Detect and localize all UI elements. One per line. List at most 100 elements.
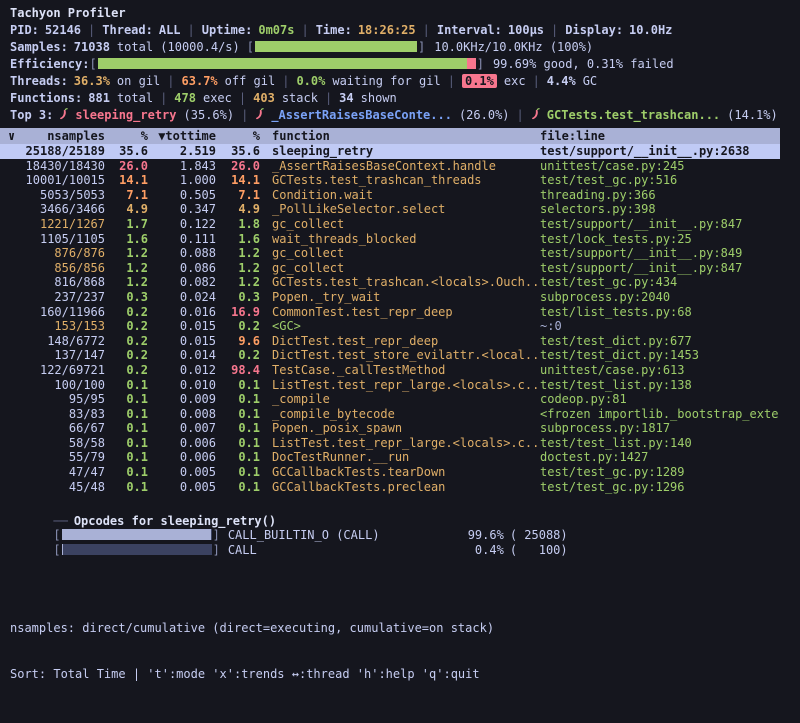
file-line-cell: test/test_gc.py:1289	[538, 465, 780, 480]
function-cell: sleeping_retry	[260, 144, 538, 159]
function-row[interactable]: 3466/3466 4.9 0.347 4.9 _PollLikeSelecto…	[0, 202, 780, 217]
interval-value: 100μs	[508, 23, 544, 37]
cumulative-pct-cell: 1.2	[216, 261, 260, 276]
function-row[interactable]: 137/147 0.2 0.014 0.2 DictTest.test_stor…	[0, 348, 780, 363]
own-pct-cell: 0.1	[105, 378, 148, 393]
bar-bracket	[213, 543, 220, 557]
opcode-bar-fill	[62, 529, 211, 540]
function-row[interactable]: 1105/1105 1.6 0.111 1.6 wait_threads_blo…	[0, 232, 780, 247]
top3-name: GCTests.test_trashcan...	[547, 108, 720, 122]
function-row[interactable]: 66/67 0.1 0.007 0.1 Popen._posix_spawn s…	[0, 421, 780, 436]
function-row[interactable]: 18430/18430 26.0 1.843 26.0 _AssertRaise…	[0, 159, 780, 174]
function-row[interactable]: 122/69721 0.2 0.012 98.4 TestCase._callT…	[0, 363, 780, 378]
function-row[interactable]: 816/868 1.2 0.082 1.2 GCTests.test_trash…	[0, 275, 780, 290]
function-cell: _compile_bytecode	[260, 407, 538, 422]
hot-function-icon	[531, 108, 543, 121]
function-row[interactable]: 45/48 0.1 0.005 0.1 GCCallbackTests.prec…	[0, 480, 780, 495]
cumulative-pct-cell: 14.1	[216, 173, 260, 188]
nsamples-cell: 25188/25189	[0, 144, 105, 159]
cumulative-pct-cell: 0.1	[216, 465, 260, 480]
cumulative-pct-cell: 0.1	[216, 450, 260, 465]
footer-legend: nsamples: direct/cumulative (direct=exec…	[10, 619, 494, 637]
bar-bracket	[247, 40, 254, 54]
nsamples-cell: 18430/18430	[0, 159, 105, 174]
function-row[interactable]: 148/6772 0.2 0.015 9.6 DictTest.test_rep…	[0, 334, 780, 349]
function-cell: wait_threads_blocked	[260, 232, 538, 247]
own-pct-cell: 1.2	[105, 275, 148, 290]
file-line-cell: test/test_list.py:138	[538, 378, 780, 393]
time-value: 18:26:25	[358, 23, 416, 37]
function-cell: DictTest.test_store_evilattr.<local...	[260, 348, 538, 363]
table-header: ∨nsamples % ▼tottime % function file:lin…	[0, 128, 780, 144]
efficiency-label: Efficiency:	[10, 57, 89, 71]
samples-rate: 10.0KHz/10.0KHz (100%)	[434, 40, 593, 54]
nsamples-cell: 55/79	[0, 450, 105, 465]
tottime-cell: 0.505	[148, 188, 216, 203]
function-row[interactable]: 58/58 0.1 0.006 0.1 ListTest.test_repr_l…	[0, 436, 780, 451]
function-row[interactable]: 25188/25189 35.6 2.519 35.6 sleeping_ret…	[0, 144, 780, 159]
on-gil-pct: 36.3%	[74, 74, 110, 88]
functions-total-label: total	[117, 91, 153, 105]
own-pct-cell: 0.2	[105, 305, 148, 320]
opcode-name: CALL_BUILTIN_O (CALL)	[228, 528, 464, 543]
thread-label: Thread:	[102, 23, 153, 37]
display-value: 10.0Hz	[629, 23, 672, 37]
status-bar: PID:52146|Thread:ALL|Uptime:0m07s|Time:1…	[0, 22, 800, 39]
opcode-count: ( 100)	[510, 543, 568, 557]
file-line-cell: test/test_gc.py:1296	[538, 480, 780, 495]
function-table: ∨nsamples % ▼tottime % function file:lin…	[0, 128, 800, 494]
nsamples-cell: 100/100	[0, 378, 105, 393]
file-line-cell: test/test_list.py:140	[538, 436, 780, 451]
nsamples-cell: 122/69721	[0, 363, 105, 378]
tottime-cell: 0.006	[148, 436, 216, 451]
cumulative-pct-cell: 35.6	[216, 144, 260, 159]
function-row[interactable]: 83/83 0.1 0.008 0.1 _compile_bytecode <f…	[0, 407, 780, 422]
nsamples-cell: 10001/10015	[0, 173, 105, 188]
exc-pct-badge: 0.1%	[462, 74, 497, 88]
function-row[interactable]: 153/153 0.2 0.015 0.2 <GC> ~:0	[0, 319, 780, 334]
top1-name: sleeping_retry	[75, 108, 176, 122]
separator: |	[423, 23, 430, 37]
cumulative-pct-cell: 0.1	[216, 378, 260, 393]
tottime-cell: 0.007	[148, 421, 216, 436]
bar-bracket	[89, 57, 96, 71]
pid-label: PID:	[10, 23, 39, 37]
separator: |	[160, 91, 167, 105]
header-file-line: file:line	[538, 128, 780, 144]
file-line-cell: unittest/case.py:613	[538, 363, 780, 378]
scroll-down-indicator: ∨	[8, 128, 15, 144]
function-row[interactable]: 237/237 0.3 0.024 0.3 Popen._try_wait su…	[0, 290, 780, 305]
function-row[interactable]: 55/79 0.1 0.006 0.1 DocTestRunner.__run …	[0, 450, 780, 465]
function-row[interactable]: 876/876 1.2 0.088 1.2 gc_collect test/su…	[0, 246, 780, 261]
cumulative-pct-cell: 4.9	[216, 202, 260, 217]
functions-row: Functions:881total|478exec|403stack|34sh…	[0, 90, 800, 107]
separator: |	[167, 74, 174, 88]
tottime-cell: 0.006	[148, 450, 216, 465]
separator: |	[239, 91, 246, 105]
samples-label: Samples:	[10, 40, 68, 54]
help-footer: nsamples: direct/cumulative (direct=exec…	[10, 591, 494, 711]
functions-stack: 403	[253, 91, 275, 105]
function-row[interactable]: 160/11966 0.2 0.016 16.9 CommonTest.test…	[0, 305, 780, 320]
function-row[interactable]: 100/100 0.1 0.010 0.1 ListTest.test_repr…	[0, 378, 780, 393]
function-row[interactable]: 47/47 0.1 0.005 0.1 GCCallbackTests.tear…	[0, 465, 780, 480]
function-row[interactable]: 5053/5053 7.1 0.505 7.1 Condition.wait t…	[0, 188, 780, 203]
function-row[interactable]: 10001/10015 14.1 1.000 14.1 GCTests.test…	[0, 173, 780, 188]
tottime-cell: 0.086	[148, 261, 216, 276]
off-gil-pct: 63.7%	[182, 74, 218, 88]
function-cell: GCCallbackTests.tearDown	[260, 465, 538, 480]
samples-detail: total (10000.4/s)	[117, 40, 240, 54]
function-row[interactable]: 1221/1267 1.7 0.122 1.8 gc_collect test/…	[0, 217, 780, 232]
function-cell: DictTest.test_repr_deep	[260, 334, 538, 349]
function-row[interactable]: 95/95 0.1 0.009 0.1 _compile codeop.py:8…	[0, 392, 780, 407]
tottime-cell: 0.122	[148, 217, 216, 232]
tottime-cell: 0.088	[148, 246, 216, 261]
opcode-pct: 99.6%	[464, 528, 504, 543]
top3-row: Top 3:sleeping_retry(35.6%)|_AssertRaise…	[0, 107, 800, 124]
nsamples-cell: 137/147	[0, 348, 105, 363]
cumulative-pct-cell: 0.1	[216, 436, 260, 451]
function-row[interactable]: 856/856 1.2 0.086 1.2 gc_collect test/su…	[0, 261, 780, 276]
own-pct-cell: 1.2	[105, 246, 148, 261]
efficiency-summary: 99.69% good, 0.31% failed	[493, 57, 674, 71]
nsamples-cell: 58/58	[0, 436, 105, 451]
